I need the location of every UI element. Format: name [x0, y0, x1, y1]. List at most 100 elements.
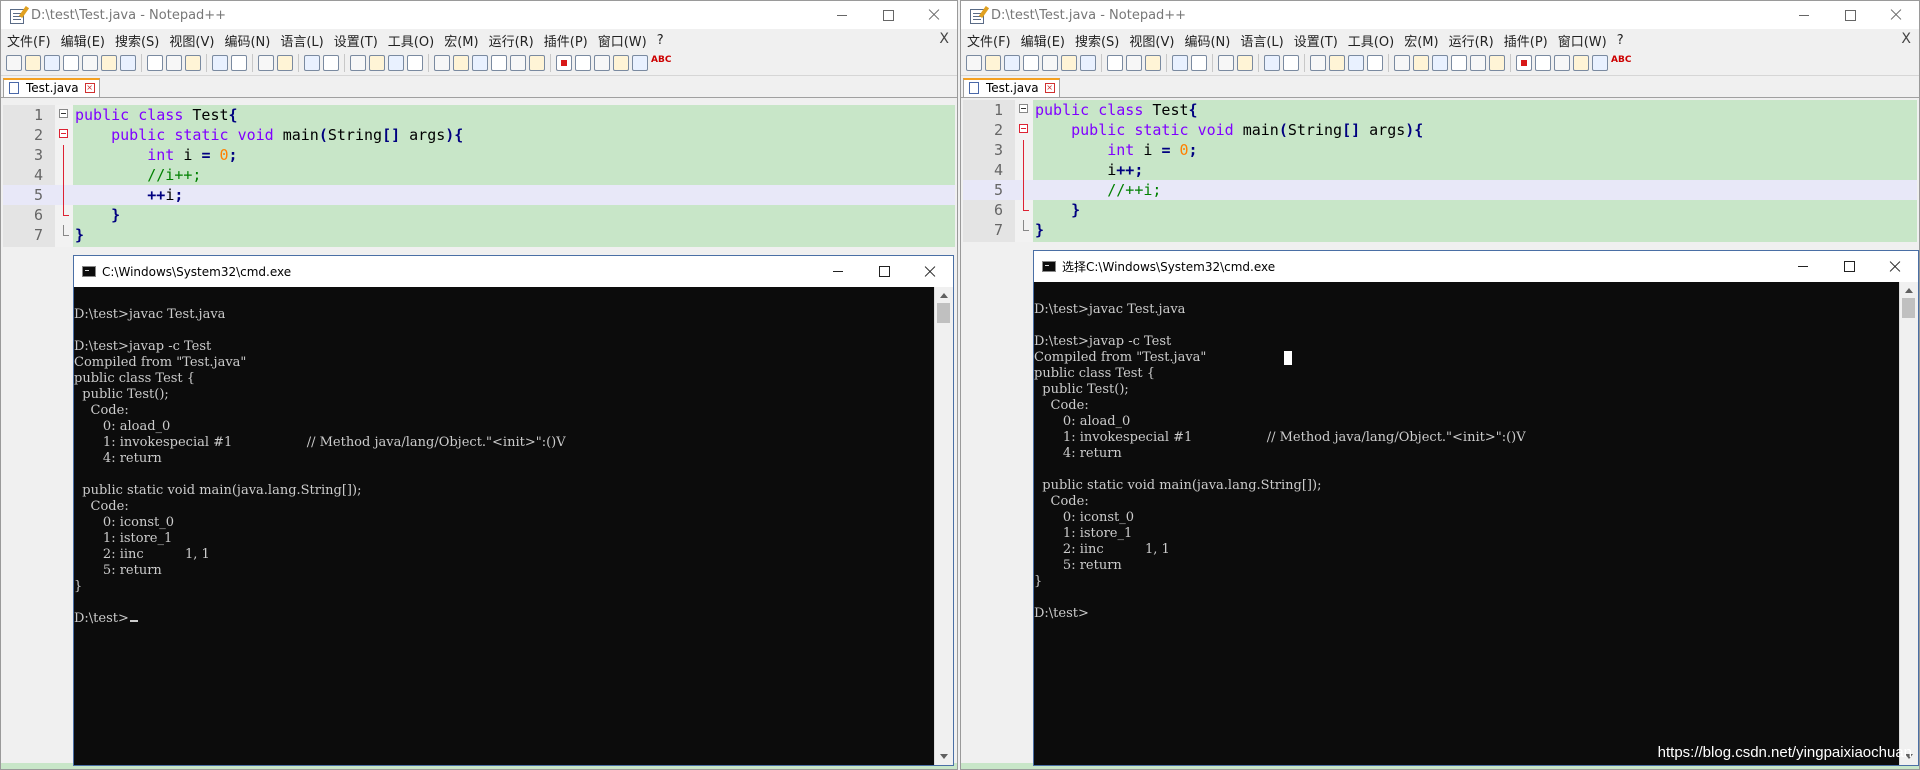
menu-run[interactable]: 运行(R)	[484, 31, 539, 50]
fold-toggle-icon[interactable]	[59, 109, 68, 118]
save-all-icon[interactable]	[63, 55, 79, 71]
func-list-icon[interactable]	[1451, 55, 1467, 71]
scroll-up-icon[interactable]	[940, 293, 948, 298]
title-bar[interactable]: D:\test\Test.java - Notepad++	[1, 1, 957, 29]
record-icon[interactable]	[1516, 55, 1532, 71]
folder-icon[interactable]	[1470, 55, 1486, 71]
code-line[interactable]: 4 i++;	[963, 160, 1917, 180]
cmd-minimize-button[interactable]	[815, 256, 861, 287]
save-icon[interactable]	[44, 55, 60, 71]
menu-help[interactable]: ?	[652, 33, 669, 48]
stop-icon[interactable]	[575, 55, 591, 71]
lang-icon[interactable]	[453, 55, 469, 71]
play-multi-icon[interactable]	[613, 55, 629, 71]
document-close-button[interactable]: X	[1901, 31, 1911, 47]
menu-search[interactable]: 搜索(S)	[110, 31, 164, 50]
open-file-icon[interactable]	[25, 55, 41, 71]
menu-window[interactable]: 窗口(W)	[1553, 31, 1612, 50]
menu-encoding[interactable]: 编码(N)	[219, 31, 275, 50]
wrap-icon[interactable]	[1348, 55, 1364, 71]
minimize-button[interactable]	[1781, 1, 1827, 29]
minimize-button[interactable]	[819, 1, 865, 29]
spellcheck-icon[interactable]: ABC	[1611, 55, 1633, 71]
title-bar[interactable]: D:\test\Test.java - Notepad++	[961, 1, 1919, 29]
menu-run[interactable]: 运行(R)	[1444, 31, 1499, 50]
close-icon[interactable]	[1042, 55, 1058, 71]
menu-plugins[interactable]: 插件(P)	[539, 31, 593, 50]
show-all-icon[interactable]	[407, 55, 423, 71]
paste-icon[interactable]	[185, 55, 201, 71]
indent-guide-icon[interactable]	[1394, 55, 1410, 71]
scroll-up-icon[interactable]	[1905, 288, 1913, 293]
console-output[interactable]: D:\test>javac Test.java D:\test>javap -c …	[74, 287, 935, 765]
close-all-icon[interactable]	[101, 55, 117, 71]
replace-icon[interactable]	[277, 55, 293, 71]
menu-edit[interactable]: 编辑(E)	[56, 31, 110, 50]
play-icon[interactable]	[594, 55, 610, 71]
print-icon[interactable]	[1080, 55, 1096, 71]
menu-plugins[interactable]: 插件(P)	[1499, 31, 1553, 50]
code-line[interactable]: 1 public class Test{	[963, 100, 1917, 120]
fold-toggle-icon[interactable]	[59, 129, 68, 138]
show-all-icon[interactable]	[1367, 55, 1383, 71]
zoom-out-icon[interactable]	[323, 55, 339, 71]
stop-icon[interactable]	[1535, 55, 1551, 71]
redo-icon[interactable]	[1191, 55, 1207, 71]
close-icon[interactable]	[82, 55, 98, 71]
vertical-scrollbar[interactable]	[934, 287, 953, 765]
record-icon[interactable]	[556, 55, 572, 71]
cmd-maximize-button[interactable]	[1826, 251, 1872, 282]
maximize-button[interactable]	[1827, 1, 1873, 29]
code-editor[interactable]: 1 public class Test{2 public static void …	[963, 100, 1917, 242]
doc-map-icon[interactable]	[472, 55, 488, 71]
cmd-title-bar[interactable]: 选择C:\Windows\System32\cmd.exe	[1034, 251, 1918, 282]
sync-v-icon[interactable]	[350, 55, 366, 71]
code-line[interactable]: 3 int i = 0;	[963, 140, 1917, 160]
print-icon[interactable]	[120, 55, 136, 71]
cut-icon[interactable]	[1107, 55, 1123, 71]
menu-macro[interactable]: 宏(M)	[439, 31, 483, 50]
menu-view[interactable]: 视图(V)	[1124, 31, 1179, 50]
tab-close-icon[interactable]: ×	[1044, 83, 1055, 93]
undo-icon[interactable]	[212, 55, 228, 71]
code-line[interactable]: 3 int i = 0;	[3, 145, 955, 165]
code-editor[interactable]: 1 public class Test{2 public static void …	[3, 105, 955, 247]
fold-toggle-icon[interactable]	[1019, 104, 1028, 113]
zoom-in-icon[interactable]	[1264, 55, 1280, 71]
vertical-scrollbar[interactable]	[1899, 282, 1918, 765]
scroll-down-icon[interactable]	[940, 754, 948, 759]
scroll-thumb[interactable]	[937, 303, 950, 323]
code-line[interactable]: 6 }	[963, 200, 1917, 220]
sync-h-icon[interactable]	[1329, 55, 1345, 71]
save-all-icon[interactable]	[1023, 55, 1039, 71]
cmd-minimize-button[interactable]	[1780, 251, 1826, 282]
maximize-button[interactable]	[865, 1, 911, 29]
code-line[interactable]: 1 public class Test{	[3, 105, 955, 125]
close-button[interactable]	[1873, 1, 1919, 29]
tab-test-java[interactable]: Test.java ×	[963, 78, 1060, 97]
folder-icon[interactable]	[510, 55, 526, 71]
menu-file[interactable]: 文件(F)	[1, 31, 56, 50]
find-icon[interactable]	[1218, 55, 1234, 71]
spellcheck-icon[interactable]: ABC	[651, 55, 673, 71]
menu-tools[interactable]: 工具(O)	[1343, 31, 1399, 50]
fold-toggle-icon[interactable]	[1019, 124, 1028, 133]
play-multi-icon[interactable]	[1573, 55, 1589, 71]
monitor-icon[interactable]	[1489, 55, 1505, 71]
save-macro-icon[interactable]	[632, 55, 648, 71]
func-list-icon[interactable]	[491, 55, 507, 71]
menu-language[interactable]: 语言(L)	[1235, 31, 1288, 50]
cmd-maximize-button[interactable]	[861, 256, 907, 287]
console-output[interactable]: D:\test>javac Test.java D:\test>javap -c …	[1034, 282, 1900, 765]
undo-icon[interactable]	[1172, 55, 1188, 71]
open-file-icon[interactable]	[985, 55, 1001, 71]
save-macro-icon[interactable]	[1592, 55, 1608, 71]
find-icon[interactable]	[258, 55, 274, 71]
redo-icon[interactable]	[231, 55, 247, 71]
scroll-thumb[interactable]	[1902, 298, 1915, 318]
code-line[interactable]: 7}	[963, 220, 1917, 240]
save-icon[interactable]	[1004, 55, 1020, 71]
sync-h-icon[interactable]	[369, 55, 385, 71]
menu-help[interactable]: ?	[1612, 33, 1629, 48]
play-icon[interactable]	[1554, 55, 1570, 71]
